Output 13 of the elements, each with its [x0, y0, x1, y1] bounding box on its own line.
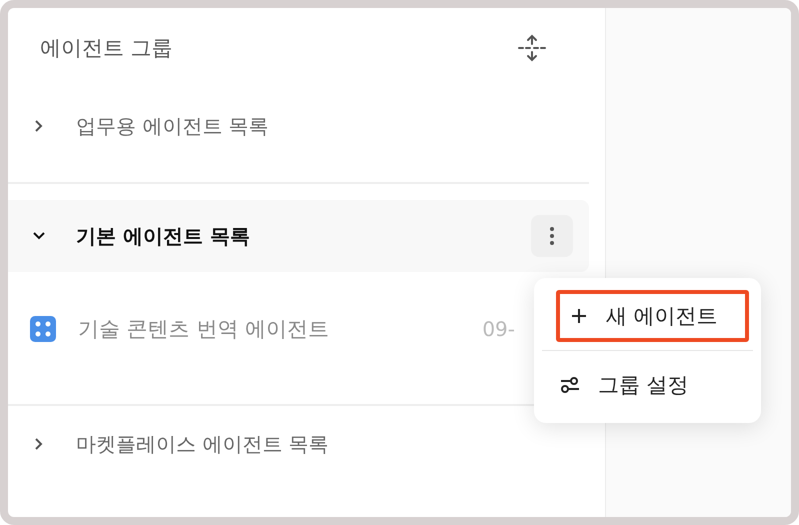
group-label: 기본 에이전트 목록 — [76, 222, 251, 250]
item-date: 09- — [482, 317, 515, 341]
menu-item[interactable]: 새 에이전트 — [556, 290, 749, 342]
group-label: 업무용 에이전트 목록 — [76, 112, 270, 140]
more-icon[interactable] — [531, 215, 573, 257]
plus-icon — [570, 307, 588, 325]
agent-name[interactable]: 기술 콘텐츠 번역 에이전트 — [78, 315, 482, 343]
panel-title: 에이전트 그룹 — [40, 35, 173, 62]
group-label: 마켓플레이스 에이전트 목록 — [76, 430, 330, 458]
sliders-icon — [560, 376, 580, 394]
group-row[interactable]: 기본 에이전트 목록 — [8, 200, 589, 272]
group-row[interactable]: 업무용 에이전트 목록 — [8, 88, 589, 164]
collapse-icon[interactable] — [517, 33, 547, 63]
